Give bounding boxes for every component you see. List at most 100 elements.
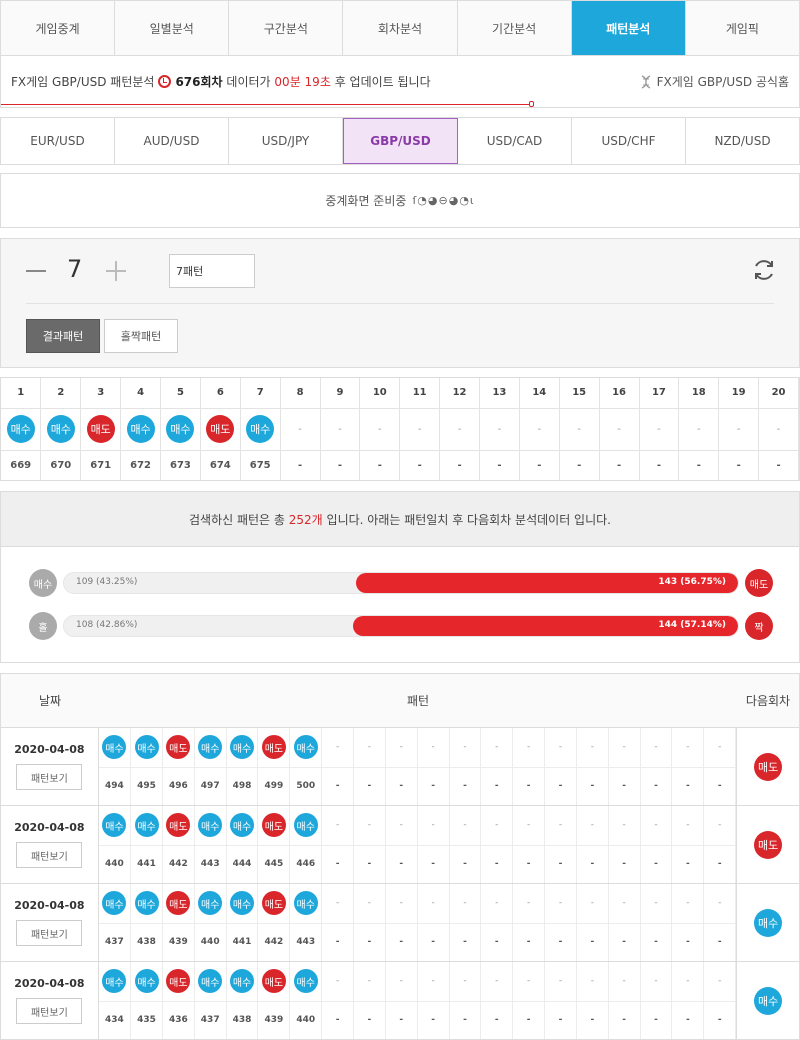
decrease-button[interactable] bbox=[26, 270, 46, 272]
history-result-cell: 매도 bbox=[257, 962, 291, 1002]
pattern-grid: 1 2 3 4 5 6 7 8 9 10 11 12 13 14 15 16 17 18 19 20 매수 매수 매도 매수… bbox=[0, 377, 800, 481]
pattern-length-select[interactable]: 7패턴 bbox=[169, 254, 255, 288]
grid-cell[interactable]: - bbox=[718, 408, 760, 451]
history-round-cell: - bbox=[321, 923, 354, 961]
grid-col-header: 6 bbox=[200, 378, 241, 409]
history-next-header: 다음회차 bbox=[745, 694, 791, 708]
grid-cell[interactable]: - bbox=[639, 408, 680, 451]
tab-daily[interactable]: 일별분석 bbox=[115, 1, 230, 55]
grid-cell[interactable]: 매도 bbox=[200, 408, 241, 451]
search-summary: 검색하신 패턴은 총 252개 입니다. 아래는 패턴일치 후 다음회차 분석데… bbox=[0, 491, 800, 547]
history-date: 2020-04-08 bbox=[14, 743, 85, 756]
history-result-cell: - bbox=[608, 962, 641, 1002]
history-round-cell: 446 bbox=[289, 845, 323, 883]
history-result-cell: - bbox=[544, 806, 577, 846]
grid-cell[interactable]: - bbox=[320, 408, 361, 451]
history-round-cell: - bbox=[640, 1001, 673, 1039]
grid-cell[interactable]: - bbox=[519, 408, 560, 451]
buy-ball: 매수 bbox=[134, 969, 159, 994]
sell-ball: 매도 bbox=[166, 969, 191, 994]
tab-round[interactable]: 회차분석 bbox=[343, 1, 458, 55]
grid-cell[interactable]: 매도 bbox=[80, 408, 122, 451]
view-pattern-button[interactable]: 패턴보기 bbox=[16, 842, 83, 868]
empty-cell: - bbox=[577, 423, 581, 435]
grid-col-header: 3 bbox=[80, 378, 122, 409]
empty-cell: - bbox=[697, 423, 701, 435]
grid-cell[interactable]: - bbox=[678, 408, 720, 451]
buy-ball: 매수 bbox=[246, 415, 275, 443]
history-result-cell: - bbox=[640, 806, 673, 846]
grid-cell[interactable]: - bbox=[559, 408, 600, 451]
tab-period[interactable]: 기간분석 bbox=[458, 1, 572, 55]
oddeven-pattern-button[interactable]: 홀짝패턴 bbox=[104, 319, 178, 353]
grid-cell[interactable]: - bbox=[479, 408, 520, 451]
view-pattern-button[interactable]: 패턴보기 bbox=[16, 920, 83, 946]
history-result-cell: 매수 bbox=[226, 728, 259, 768]
empty-cell: - bbox=[417, 423, 422, 435]
history-next-cell: 매수 bbox=[737, 962, 799, 1039]
odd-stat-text: 108 (42.86%) bbox=[76, 620, 138, 630]
grid-cell[interactable]: - bbox=[439, 408, 480, 451]
history-round-cell: - bbox=[608, 923, 641, 961]
grid-cell[interactable]: - bbox=[399, 408, 441, 451]
history-round-cell: - bbox=[640, 923, 673, 961]
view-pattern-button[interactable]: 패턴보기 bbox=[16, 764, 83, 790]
refresh-icon[interactable] bbox=[751, 257, 777, 283]
increase-button[interactable] bbox=[106, 261, 126, 281]
grid-cell[interactable]: 매수 bbox=[40, 408, 82, 451]
grid-cell[interactable]: - bbox=[280, 408, 321, 451]
pair-gbpusd[interactable]: GBP/USD bbox=[343, 118, 458, 164]
grid-col-header: 5 bbox=[160, 378, 201, 409]
tab-live[interactable]: 게임중계 bbox=[1, 1, 116, 55]
history-round-cell: - bbox=[353, 923, 386, 961]
pair-eurusd[interactable]: EUR/USD bbox=[1, 118, 115, 164]
history-result-cell: - bbox=[321, 962, 354, 1002]
history-result-cell: - bbox=[544, 884, 577, 924]
grid-cell[interactable]: 매수 bbox=[240, 408, 281, 451]
history-pattern-cell: 매수 매수 매도 매수 매수 매도 매수 - - - - - - - - - - - - -434 435 436 437 4… bbox=[98, 962, 738, 1039]
grid-cell[interactable]: 매수 bbox=[160, 408, 201, 451]
history-date-cell: 2020-04-08 패턴보기 bbox=[1, 806, 99, 883]
pair-usdchf[interactable]: USD/CHF bbox=[572, 118, 686, 164]
history-pattern-cell: 매수 매수 매도 매수 매수 매도 매수 - - - - - - - - - - - - -437 438 439 440 4… bbox=[98, 884, 738, 961]
empty-cell: - bbox=[378, 423, 382, 435]
history-round-cell: - bbox=[480, 1001, 514, 1039]
buy-sell-stat: 매수 109 (43.25%) 143 (56.75%) 매도 bbox=[29, 569, 773, 597]
pair-usdcad[interactable]: USD/CAD bbox=[458, 118, 572, 164]
grid-round: - bbox=[758, 450, 799, 480]
grid-cell[interactable]: - bbox=[758, 408, 799, 451]
grid-cell[interactable]: - bbox=[599, 408, 640, 451]
grid-col-header: 4 bbox=[120, 378, 161, 409]
history-round-cell: - bbox=[703, 845, 737, 883]
buy-ball: 매수 bbox=[230, 969, 255, 994]
history-result-cell: - bbox=[321, 884, 354, 924]
history-round-cell: 494 bbox=[98, 767, 132, 805]
grid-cell[interactable]: 매수 bbox=[120, 408, 161, 451]
history-round-cell: 499 bbox=[257, 767, 291, 805]
official-home-link[interactable]: FX게임 GBP/USD 공식홈 bbox=[639, 73, 789, 90]
result-pattern-button[interactable]: 결과패턴 bbox=[26, 319, 100, 353]
summary-prefix: 검색하신 패턴은 총 bbox=[188, 512, 285, 527]
tab-pick[interactable]: 게임픽 bbox=[686, 1, 799, 55]
pair-audusd[interactable]: AUD/USD bbox=[115, 118, 229, 164]
history-round-cell: - bbox=[671, 845, 705, 883]
history-round-cell: - bbox=[417, 767, 450, 805]
history-round-cell: - bbox=[608, 1001, 641, 1039]
history-round-cell: - bbox=[512, 845, 546, 883]
grid-cell[interactable]: - bbox=[359, 408, 401, 451]
sell-ball: 매도 bbox=[166, 735, 191, 760]
history-result-cell: - bbox=[385, 806, 418, 846]
grid-cell[interactable]: 매수 bbox=[1, 408, 42, 451]
view-pattern-button[interactable]: 패턴보기 bbox=[16, 998, 83, 1024]
info-suffix: 후 업데이트 됩니다 bbox=[334, 75, 431, 89]
history-result-cell: - bbox=[353, 728, 386, 768]
pair-nzdusd[interactable]: NZD/USD bbox=[686, 118, 799, 164]
tab-section[interactable]: 구간분석 bbox=[229, 1, 344, 55]
pair-usdjpy[interactable]: USD/JPY bbox=[229, 118, 343, 164]
history-round-cell: - bbox=[671, 923, 705, 961]
tab-pattern[interactable]: 패턴분석 bbox=[571, 1, 686, 55]
grid-col-header: 11 bbox=[399, 378, 441, 409]
history-round-cell: 440 bbox=[194, 923, 227, 961]
history-result-cell: - bbox=[671, 884, 705, 924]
history-pattern-cell: 매수 매수 매도 매수 매수 매도 매수 - - - - - - - - - - - - -440 441 442 443 4… bbox=[98, 806, 738, 883]
